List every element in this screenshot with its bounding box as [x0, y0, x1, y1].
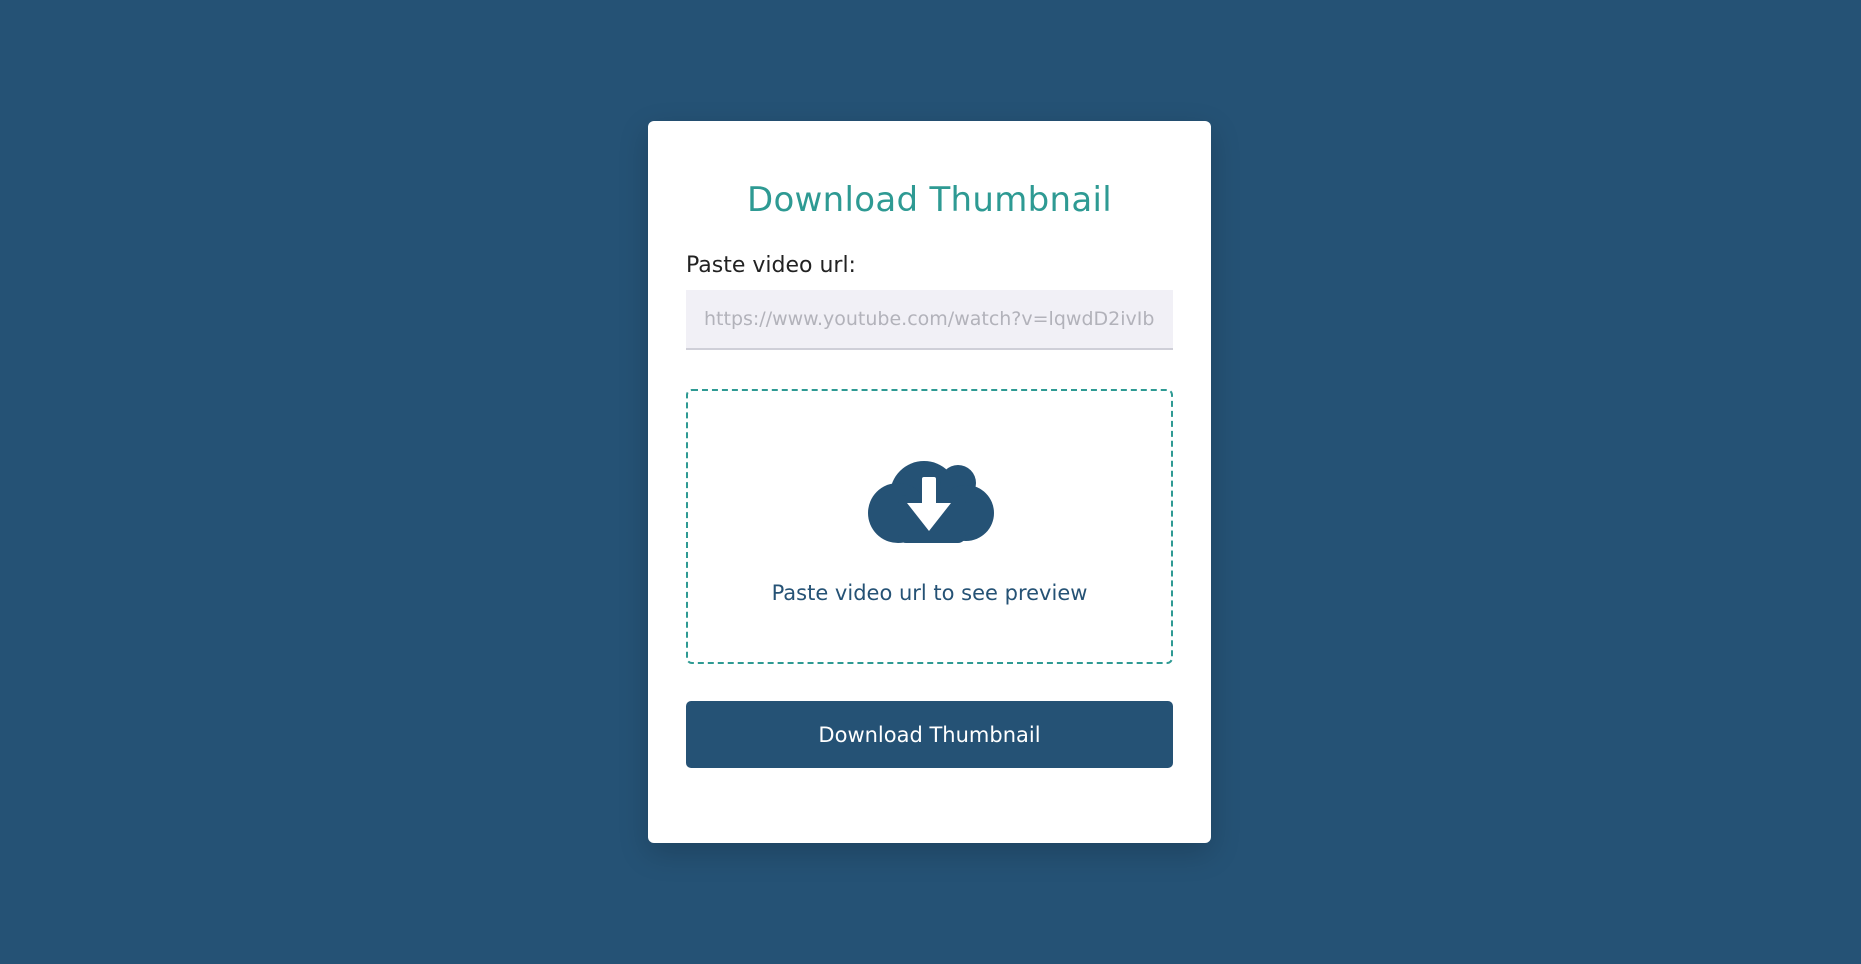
- download-card: Download Thumbnail Paste video url: Past…: [648, 121, 1211, 843]
- download-thumbnail-button[interactable]: Download Thumbnail: [686, 701, 1173, 768]
- url-label: Paste video url:: [686, 253, 856, 278]
- video-url-input[interactable]: [686, 290, 1173, 350]
- page-background: Download Thumbnail Paste video url: Past…: [0, 0, 1861, 964]
- cloud-download-icon: [868, 461, 994, 543]
- page-title: Download Thumbnail: [746, 180, 1113, 220]
- preview-message: Paste video url to see preview: [771, 581, 1088, 605]
- preview-area: Paste video url to see preview: [686, 389, 1173, 664]
